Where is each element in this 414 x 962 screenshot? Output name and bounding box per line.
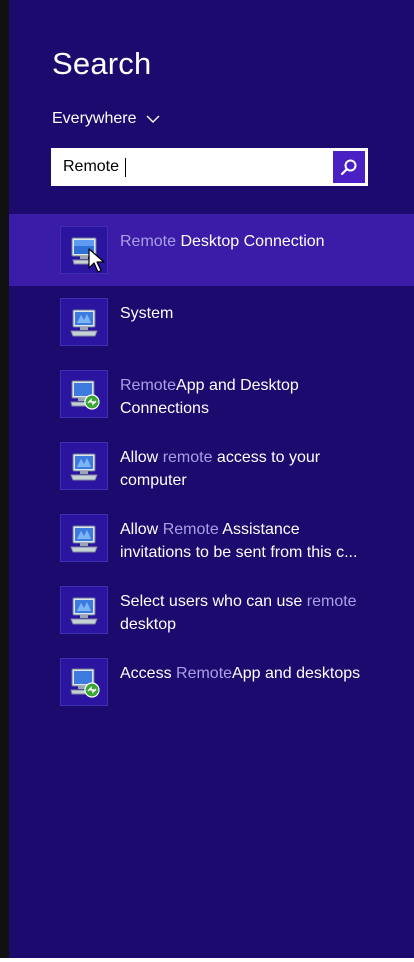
page-title: Search [52,46,152,81]
result-text: Connections [120,400,209,417]
match-highlight: Remote [176,665,233,682]
search-result-item[interactable]: Select users who can use remote desktop [9,574,414,646]
system-icon [60,442,108,490]
search-result-item[interactable]: System [9,286,414,358]
remoteapp-icon [60,658,108,706]
search-result-item[interactable]: Remote Desktop Connection [9,214,414,286]
result-text: App and desktops [232,665,361,682]
search-icon [340,159,357,176]
result-text: App and Desktop [176,377,299,394]
search-scope-dropdown[interactable]: Everywhere [52,110,160,128]
search-result-label: System [120,302,380,325]
search-result-item[interactable]: Allow remote access to your computer [9,430,414,502]
search-results-list: Remote Desktop Connection System RemoteA… [9,214,414,718]
search-result-line1: Select users who can use remote [120,590,380,613]
search-box [51,148,368,186]
result-text: Allow [120,449,163,466]
system-icon [60,586,108,634]
search-result-item[interactable]: Allow Remote Assistance invitations to be… [9,502,414,574]
result-text: invitations to be sent from this c... [120,544,358,561]
search-result-line1: Remote Desktop Connection [120,230,380,253]
search-result-item[interactable]: Access RemoteApp and desktops [9,646,414,718]
search-result-label: Select users who can use remote desktop [120,590,380,636]
search-result-item[interactable]: RemoteApp and Desktop Connections [9,358,414,430]
bottom-edge [0,958,414,962]
search-result-line1: RemoteApp and Desktop [120,374,380,397]
match-highlight: Remote [120,233,177,250]
search-result-line2: desktop [120,613,380,636]
search-result-label: Remote Desktop Connection [120,230,380,253]
match-highlight: remote [162,449,213,466]
search-result-line1: System [120,302,380,325]
result-text: access to your [212,449,321,466]
result-text: Desktop Connection [176,233,325,250]
remoteapp-icon [60,370,108,418]
desktop-edge [0,0,9,962]
result-text: System [120,305,174,322]
match-highlight: remote [306,593,357,610]
search-scope-label: Everywhere [52,110,137,127]
search-result-label: Allow Remote Assistance invitations to be… [120,518,380,564]
system-icon [60,514,108,562]
search-result-line2: Connections [120,397,380,420]
match-highlight: Remote [162,521,219,538]
result-text: computer [120,472,187,489]
system-icon [60,298,108,346]
search-input[interactable] [51,148,332,186]
search-charm: Search Everywhere Remote Desktop Connect… [0,0,414,962]
search-result-label: RemoteApp and Desktop Connections [120,374,380,420]
result-text: Access [120,665,177,682]
mouse-pointer-icon [88,248,105,273]
text-caret [125,158,126,177]
search-result-line2: computer [120,469,380,492]
search-button[interactable] [333,151,365,183]
match-highlight: Remote [120,377,177,394]
search-result-line1: Allow Remote Assistance [120,518,380,541]
result-text: Assistance [218,521,300,538]
search-result-line1: Access RemoteApp and desktops [120,662,380,685]
result-text: Select users who can use [120,593,307,610]
result-text: desktop [120,616,177,633]
result-text: Allow [120,521,163,538]
search-result-line1: Allow remote access to your [120,446,380,469]
chevron-down-icon [146,115,160,123]
search-result-label: Allow remote access to your computer [120,446,380,492]
search-result-label: Access RemoteApp and desktops [120,662,380,685]
search-result-line2: invitations to be sent from this c... [120,541,380,564]
